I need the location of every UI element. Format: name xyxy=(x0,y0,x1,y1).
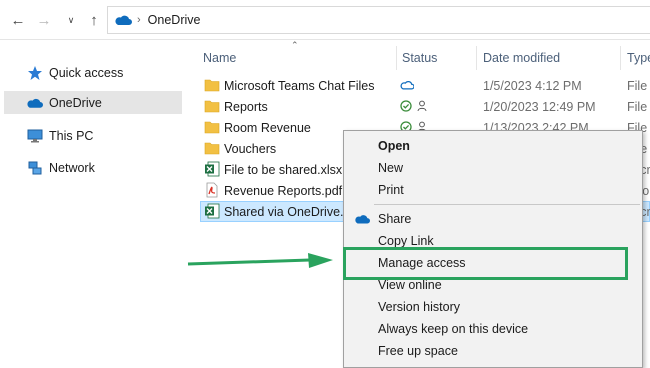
menu-item-free-up-space[interactable]: Free up space xyxy=(344,340,642,362)
excel-file-icon xyxy=(205,203,220,219)
nav-item-label: Network xyxy=(49,160,95,175)
star-icon xyxy=(26,64,43,81)
column-divider[interactable] xyxy=(396,46,397,70)
file-name: Vouchers xyxy=(224,142,277,156)
menu-item-always-keep[interactable]: Always keep on this device xyxy=(344,318,642,340)
breadcrumb-onedrive[interactable]: OneDrive xyxy=(148,13,201,27)
back-arrow-icon[interactable]: ← xyxy=(8,9,28,31)
menu-item-label: Always keep on this device xyxy=(378,322,529,336)
nav-item-quick-access[interactable]: Quick access xyxy=(4,61,182,84)
column-divider[interactable] xyxy=(620,46,621,70)
nav-item-label: Quick access xyxy=(49,65,124,80)
menu-item-label: Free up space xyxy=(378,344,458,358)
up-arrow-icon[interactable]: ↑ xyxy=(84,9,104,31)
file-date: 1/5/2023 4:12 PM xyxy=(483,79,582,93)
menu-item-version-history[interactable]: Version history xyxy=(344,296,642,318)
column-header-status[interactable]: Status xyxy=(398,46,476,70)
nav-item-network[interactable]: Network xyxy=(4,156,182,179)
menu-item-share[interactable]: Share xyxy=(344,208,642,230)
status-cloud-icon xyxy=(400,80,414,90)
check-circle-icon xyxy=(400,100,412,112)
navigation-pane: Quick access OneDrive This PC Network xyxy=(0,41,183,368)
forward-arrow-icon[interactable]: → xyxy=(34,9,54,31)
excel-file-icon xyxy=(205,161,220,177)
file-date: 1/20/2023 12:49 PM xyxy=(483,100,596,114)
file-type: File fo xyxy=(627,79,650,93)
menu-item-label: View online xyxy=(378,278,442,292)
menu-item-new[interactable]: New xyxy=(344,157,642,179)
nav-item-this-pc[interactable]: This PC xyxy=(4,124,182,147)
column-header-type[interactable]: Type xyxy=(623,46,650,70)
column-header-name[interactable]: Name xyxy=(199,46,395,70)
file-name: Microsoft Teams Chat Files xyxy=(224,79,375,93)
file-name: Shared via OneDrive.xl xyxy=(224,205,353,219)
column-header-date[interactable]: Date modified xyxy=(479,46,619,70)
nav-item-label: OneDrive xyxy=(49,95,102,110)
cloud-icon xyxy=(26,94,43,111)
menu-separator xyxy=(374,204,640,205)
menu-item-label: Version history xyxy=(378,300,460,314)
folder-icon xyxy=(204,79,220,92)
folder-icon xyxy=(204,121,220,134)
recent-locations-chevron-icon[interactable]: ∨ xyxy=(61,9,81,31)
nav-item-label: This PC xyxy=(49,128,94,143)
menu-item-label: Open xyxy=(378,139,410,153)
file-name: File to be shared.xlsx xyxy=(224,163,343,177)
menu-item-label: Print xyxy=(378,183,404,197)
menu-item-label: Copy Link xyxy=(378,234,434,248)
menu-item-label: Share xyxy=(378,212,412,226)
file-type: File fo xyxy=(627,100,650,114)
menu-item-label: New xyxy=(378,161,404,175)
address-bar[interactable]: › OneDrive xyxy=(107,6,650,34)
menu-item-open[interactable]: Open xyxy=(344,135,642,157)
nav-item-onedrive[interactable]: OneDrive xyxy=(4,91,182,114)
file-name: Reports xyxy=(224,100,268,114)
person-icon xyxy=(417,100,427,112)
menu-item-print[interactable]: Print xyxy=(344,179,642,201)
annotation-arrow-icon xyxy=(187,253,333,268)
onedrive-cloud-icon xyxy=(115,15,132,25)
file-name: Room Revenue xyxy=(224,121,311,135)
onedrive-cloud-icon xyxy=(355,215,370,224)
network-icon xyxy=(26,159,43,176)
file-name: Revenue Reports.pdf xyxy=(224,184,343,198)
status-synced-shared xyxy=(400,100,427,112)
monitor-icon xyxy=(26,127,43,144)
address-toolbar: ← → ∨ ↑ › OneDrive xyxy=(0,0,650,40)
pdf-file-icon xyxy=(206,182,218,198)
folder-icon xyxy=(204,142,220,155)
highlight-box xyxy=(343,247,628,280)
folder-icon xyxy=(204,100,220,113)
column-divider[interactable] xyxy=(476,46,477,70)
breadcrumb-separator-icon: › xyxy=(137,14,141,26)
